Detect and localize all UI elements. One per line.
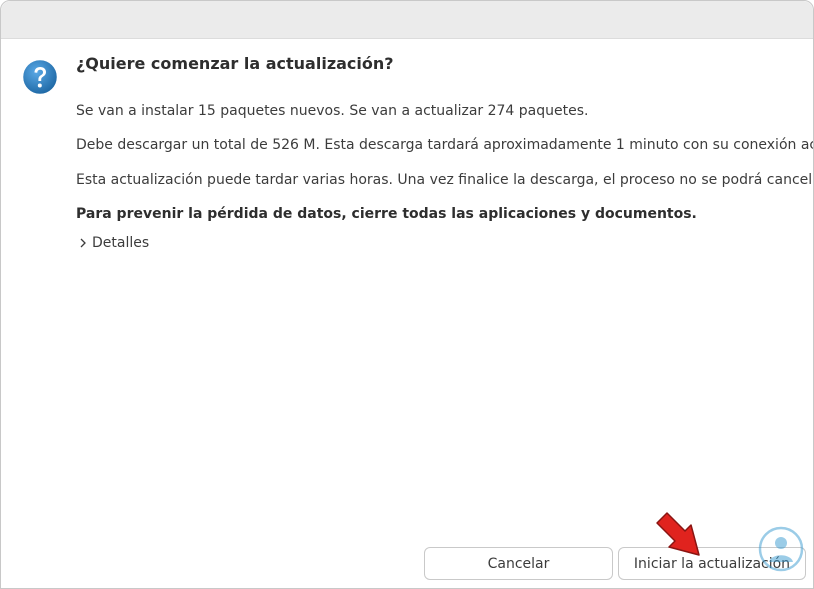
cancel-button[interactable]: Cancelar bbox=[424, 547, 613, 580]
red-arrow-pointer-icon bbox=[653, 509, 705, 561]
details-expander[interactable]: Detalles bbox=[77, 233, 149, 253]
title-bar[interactable] bbox=[1, 1, 813, 39]
watermark-logo bbox=[758, 526, 804, 572]
data-loss-warning-text: Para prevenir la pérdida de datos, cierr… bbox=[76, 206, 697, 222]
dialog-heading: ¿Quiere comenzar la actualización? bbox=[76, 54, 394, 73]
chevron-right-icon bbox=[77, 236, 89, 250]
download-size-text: Debe descargar un total de 526 M. Esta d… bbox=[76, 137, 814, 153]
details-label: Detalles bbox=[92, 235, 150, 251]
upgrade-dialog-window: ¿Quiere comenzar la actualización? Se va… bbox=[0, 0, 814, 589]
packages-summary-text: Se van a instalar 15 paquetes nuevos. Se… bbox=[76, 103, 589, 119]
duration-warning-text: Esta actualización puede tardar varias h… bbox=[76, 172, 814, 188]
question-icon bbox=[20, 57, 60, 97]
